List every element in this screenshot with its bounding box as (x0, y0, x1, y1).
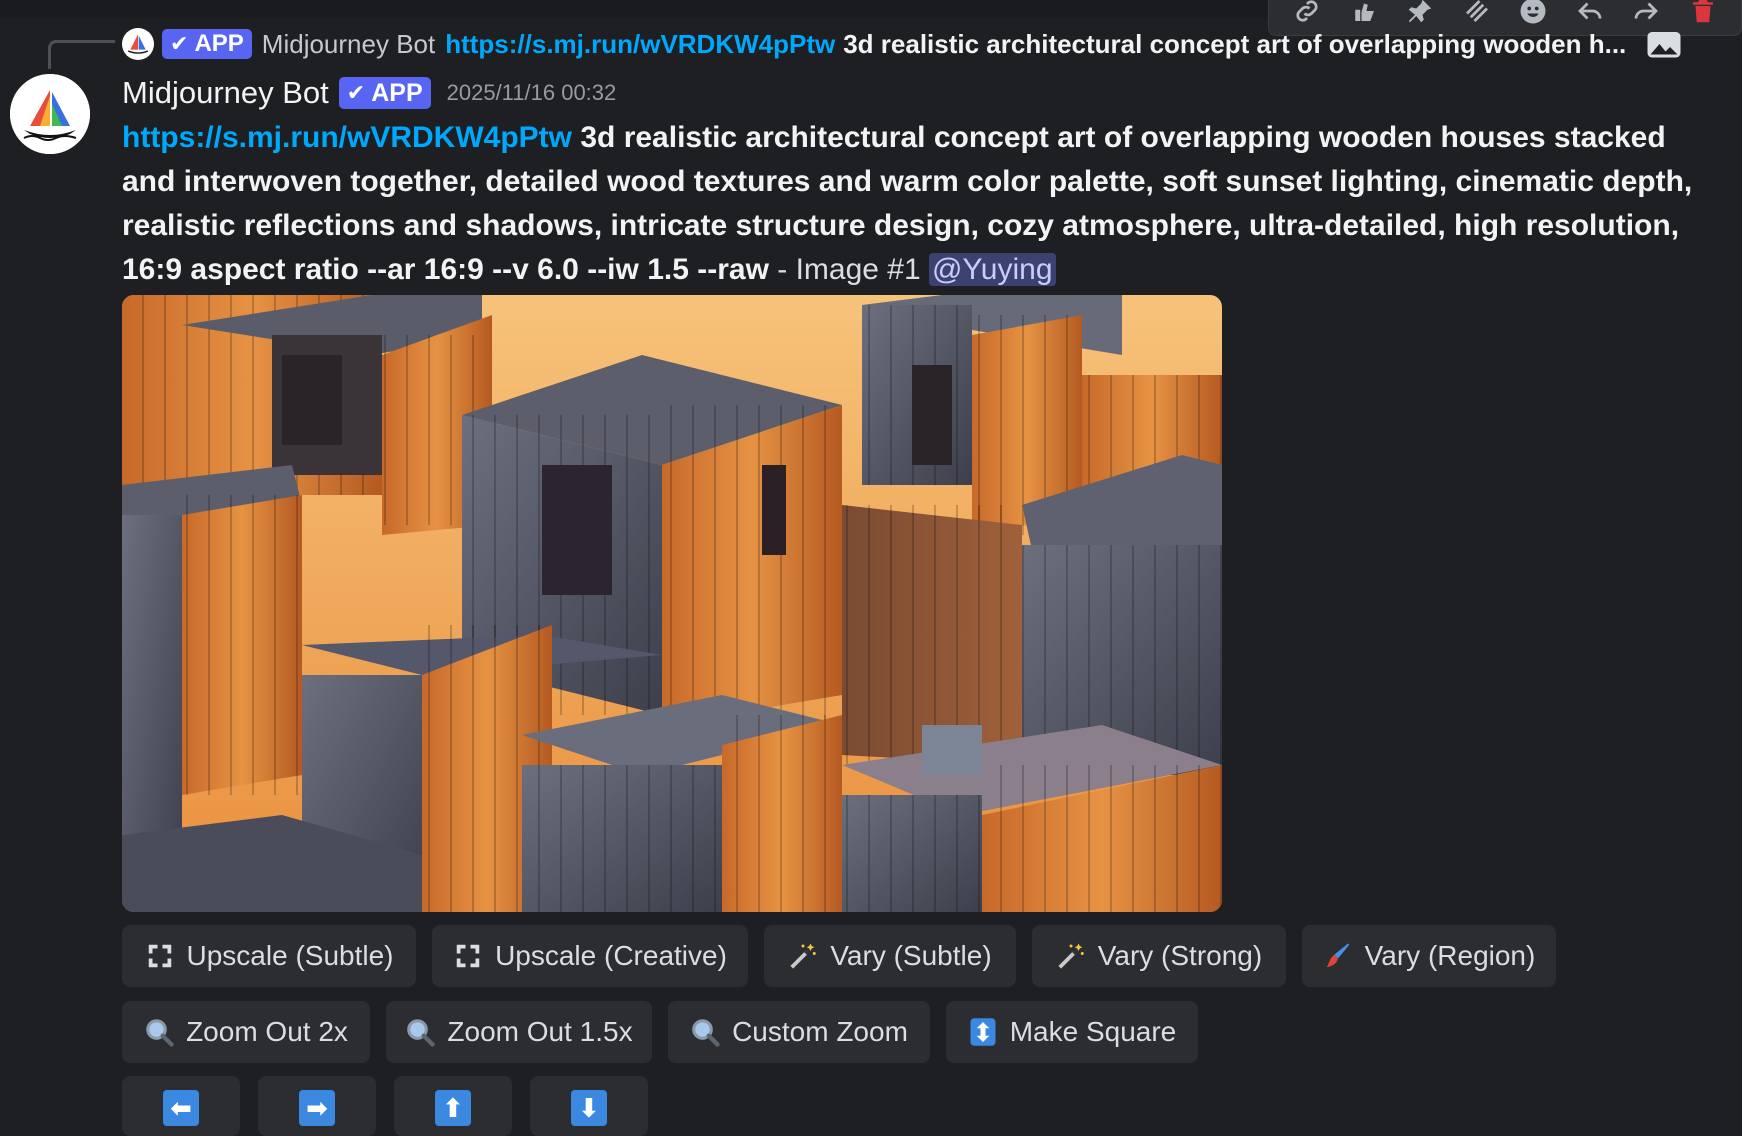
badge-label: APP (194, 30, 244, 57)
pan-down-button[interactable]: ⬇ (530, 1076, 648, 1136)
zoom-out-1-5x-button[interactable]: Zoom Out 1.5x (386, 1001, 652, 1063)
vary-strong-button[interactable]: Vary (Strong) (1032, 925, 1286, 987)
expand-icon (453, 941, 483, 971)
magnifier-icon (690, 1017, 720, 1047)
button-label: Zoom Out 1.5x (447, 1016, 633, 1047)
button-label: Vary (Strong) (1097, 940, 1263, 971)
button-label: Zoom Out 2x (186, 1016, 348, 1047)
user-mention[interactable]: @Yuying (928, 253, 1056, 286)
timestamp: 2025/11/16 00:32 (446, 80, 617, 105)
magic-wand-icon (788, 941, 818, 971)
reply-text[interactable]: 3d realistic architectural concept art o… (843, 29, 1636, 60)
check-icon: ✔ (346, 80, 366, 105)
generated-image[interactable] (122, 295, 1222, 912)
avatar[interactable] (10, 74, 90, 154)
app-badge: ✔ APP (162, 29, 252, 59)
reply-preview[interactable]: ✔ APP Midjourney Bot https://s.mj.run/wVR… (122, 22, 1682, 66)
zoom-out-2x-button[interactable]: Zoom Out 2x (122, 1001, 370, 1063)
username[interactable]: Midjourney Bot (122, 75, 329, 111)
image-number: - Image #1 (768, 253, 929, 286)
paintbrush-icon (1323, 941, 1353, 971)
message-header: Midjourney Bot ✔ APP 2025/11/16 00:32 (122, 72, 616, 114)
button-label: Upscale (Creative) (495, 940, 727, 971)
button-label: Upscale (Subtle) (186, 940, 394, 971)
upscale-subtle-button[interactable]: Upscale (Subtle) (122, 925, 416, 987)
prompt-link[interactable]: https://s.mj.run/wVRDKW4pPtw (122, 121, 572, 154)
button-label: Vary (Subtle) (830, 940, 992, 971)
arrow-down-icon: ⬇ (571, 1090, 607, 1126)
message-content: https://s.mj.run/wVRDKW4pPtw 3d realisti… (122, 116, 1702, 292)
reply-avatar[interactable] (122, 28, 154, 60)
up-down-arrow-icon (968, 1017, 998, 1047)
pan-up-button[interactable]: ⬆ (394, 1076, 512, 1136)
badge-label: APP (371, 78, 423, 107)
reply-spine (48, 40, 115, 69)
button-label: Vary (Region) (1364, 940, 1536, 971)
vary-region-button[interactable]: Vary (Region) (1302, 925, 1556, 987)
arrow-right-icon: ➡ (299, 1090, 335, 1126)
magic-wand-icon (1056, 941, 1086, 971)
button-label: Custom Zoom (732, 1016, 908, 1047)
make-square-button[interactable]: Make Square (946, 1001, 1198, 1063)
magnifier-icon (144, 1017, 174, 1047)
reply-link[interactable]: https://s.mj.run/wVRDKW4pPtw (445, 29, 835, 60)
pan-left-button[interactable]: ⬅ (122, 1076, 240, 1136)
pan-right-button[interactable]: ➡ (258, 1076, 376, 1136)
button-label: Make Square (1009, 1016, 1177, 1047)
check-icon: ✔ (170, 31, 189, 56)
arrow-up-icon: ⬆ (435, 1090, 471, 1126)
custom-zoom-button[interactable]: Custom Zoom (668, 1001, 930, 1063)
image-icon (1646, 29, 1682, 59)
vary-subtle-button[interactable]: Vary (Subtle) (764, 925, 1016, 987)
expand-icon (145, 941, 175, 971)
delete-icon[interactable] (1686, 0, 1720, 28)
magnifier-icon (405, 1017, 436, 1047)
reply-author[interactable]: Midjourney Bot (262, 29, 435, 60)
app-badge: ✔ APP (338, 77, 431, 109)
upscale-creative-button[interactable]: Upscale (Creative) (432, 925, 748, 987)
arrow-left-icon: ⬅ (163, 1090, 199, 1126)
